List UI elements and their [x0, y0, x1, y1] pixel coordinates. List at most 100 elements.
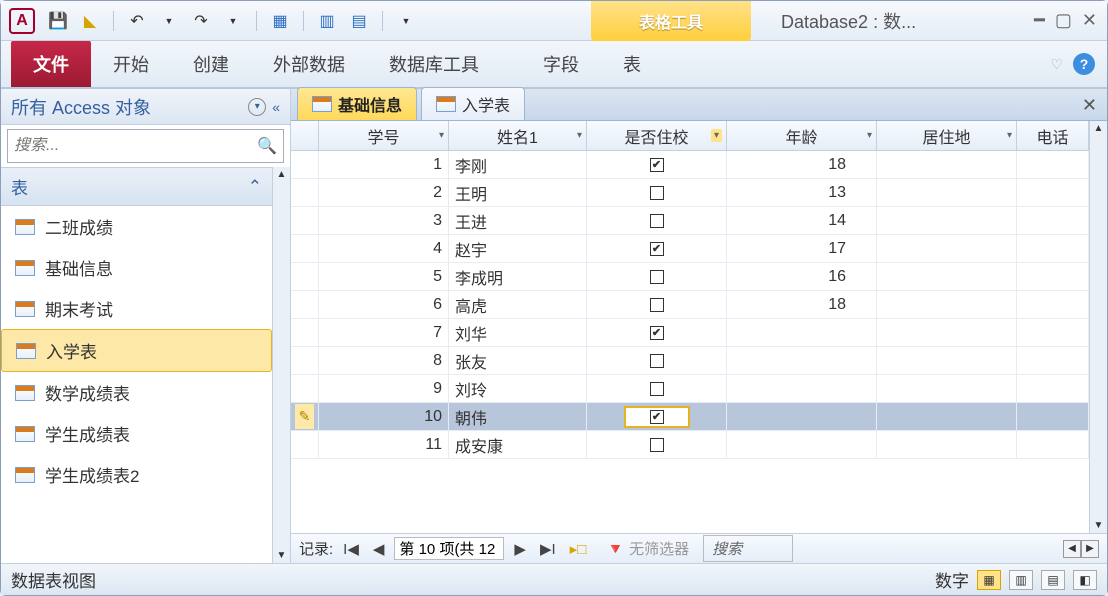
- cell-age[interactable]: 18: [727, 291, 877, 318]
- cell-residence[interactable]: [587, 263, 727, 290]
- chevron-down-icon[interactable]: ▾: [1007, 130, 1012, 141]
- layout-view-icon[interactable]: ◧: [1073, 570, 1097, 590]
- cell-residence[interactable]: [587, 291, 727, 318]
- cell-residence[interactable]: [587, 347, 727, 374]
- help-icon[interactable]: ?: [1073, 53, 1095, 75]
- checkbox[interactable]: ✔: [650, 242, 664, 256]
- cell-name[interactable]: 刘玲: [449, 375, 587, 402]
- cell-residence[interactable]: ✔: [587, 235, 727, 262]
- ribbon-tab-table[interactable]: 表: [601, 41, 663, 87]
- ribbon-tab-dbtools[interactable]: 数据库工具: [367, 41, 501, 87]
- row-selector[interactable]: [291, 347, 319, 374]
- cell-id[interactable]: 3: [319, 207, 449, 234]
- cell-age[interactable]: 16: [727, 263, 877, 290]
- row-selector[interactable]: [291, 235, 319, 262]
- table-row[interactable]: 3王进14: [291, 207, 1089, 235]
- cell-location[interactable]: [877, 207, 1017, 234]
- cell-age[interactable]: [727, 431, 877, 458]
- cell-name[interactable]: 李成明: [449, 263, 587, 290]
- checkbox[interactable]: [650, 186, 664, 200]
- cell-name[interactable]: 刘华: [449, 319, 587, 346]
- maximize-icon[interactable]: ▢: [1055, 10, 1072, 31]
- first-record-icon[interactable]: I◀: [339, 540, 363, 558]
- undo-dropdown-icon[interactable]: ▼: [156, 8, 182, 34]
- cell-age[interactable]: 17: [727, 235, 877, 262]
- qat-customize-icon[interactable]: ▼: [393, 8, 419, 34]
- cell-location[interactable]: [877, 431, 1017, 458]
- col-header-residence[interactable]: 是否住校▾: [587, 121, 727, 150]
- nav-filter-icon[interactable]: ▾: [248, 98, 266, 116]
- qat-icon-4[interactable]: ▥: [314, 8, 340, 34]
- cell-age[interactable]: [727, 319, 877, 346]
- search-icon[interactable]: 🔍: [257, 136, 277, 156]
- cell-age[interactable]: 14: [727, 207, 877, 234]
- pivot-view-icon[interactable]: ▤: [1041, 570, 1065, 590]
- cell-tel[interactable]: [1017, 151, 1089, 178]
- hscroll-right-icon[interactable]: ▶: [1081, 540, 1099, 558]
- cell-age[interactable]: 18: [727, 151, 877, 178]
- row-selector[interactable]: [291, 263, 319, 290]
- chevron-down-icon[interactable]: ▾: [867, 130, 872, 141]
- cell-location[interactable]: [877, 235, 1017, 262]
- doc-close-icon[interactable]: ✕: [1082, 95, 1097, 116]
- checkbox[interactable]: [650, 298, 664, 312]
- cell-location[interactable]: [877, 263, 1017, 290]
- table-row[interactable]: 8张友: [291, 347, 1089, 375]
- prev-record-icon[interactable]: ◀: [369, 540, 389, 558]
- checkbox[interactable]: [650, 354, 664, 368]
- nav-item[interactable]: 入学表: [1, 329, 272, 372]
- scroll-down-icon[interactable]: ▼: [277, 550, 287, 561]
- cell-location[interactable]: [877, 151, 1017, 178]
- row-selector[interactable]: ✎: [291, 403, 319, 430]
- cell-age[interactable]: [727, 403, 877, 430]
- record-position-input[interactable]: [394, 537, 504, 560]
- ribbon-tab-external[interactable]: 外部数据: [251, 41, 367, 87]
- cell-location[interactable]: [877, 319, 1017, 346]
- cell-tel[interactable]: [1017, 431, 1089, 458]
- nav-item[interactable]: 二班成绩: [1, 206, 272, 247]
- nav-search-input[interactable]: [14, 137, 257, 155]
- new-record-icon[interactable]: ▸□: [566, 540, 591, 558]
- table-row[interactable]: 2王明13: [291, 179, 1089, 207]
- nav-item[interactable]: 数学成绩表: [1, 372, 272, 413]
- scroll-down-icon[interactable]: ▼: [1094, 520, 1104, 531]
- row-selector[interactable]: [291, 319, 319, 346]
- cell-tel[interactable]: [1017, 319, 1089, 346]
- redo-dropdown-icon[interactable]: ▼: [220, 8, 246, 34]
- scroll-up-icon[interactable]: ▲: [1094, 123, 1104, 134]
- cell-id[interactable]: 10: [319, 403, 449, 430]
- cell-id[interactable]: 4: [319, 235, 449, 262]
- checkbox[interactable]: [650, 438, 664, 452]
- ribbon-tab-create[interactable]: 创建: [171, 41, 251, 87]
- cell-residence[interactable]: [587, 207, 727, 234]
- save-icon[interactable]: 💾: [45, 8, 71, 34]
- cell-location[interactable]: [877, 403, 1017, 430]
- cell-id[interactable]: 6: [319, 291, 449, 318]
- cell-tel[interactable]: [1017, 291, 1089, 318]
- qat-icon-5[interactable]: ▤: [346, 8, 372, 34]
- checkbox[interactable]: ✔: [650, 410, 664, 424]
- cell-name[interactable]: 张友: [449, 347, 587, 374]
- nav-header[interactable]: 所有 Access 对象 ▾ «: [1, 89, 290, 125]
- cell-location[interactable]: [877, 179, 1017, 206]
- qat-icon-2[interactable]: ◣: [77, 8, 103, 34]
- ribbon-tab-home[interactable]: 开始: [91, 41, 171, 87]
- cell-residence[interactable]: ✔: [587, 319, 727, 346]
- minimize-icon[interactable]: ━: [1034, 10, 1045, 31]
- cell-name[interactable]: 李刚: [449, 151, 587, 178]
- nav-group-collapse-icon[interactable]: ⌃: [248, 177, 262, 197]
- cell-location[interactable]: [877, 375, 1017, 402]
- cell-residence[interactable]: ✔: [587, 403, 727, 430]
- cell-tel[interactable]: [1017, 235, 1089, 262]
- cell-name[interactable]: 王明: [449, 179, 587, 206]
- cell-age[interactable]: [727, 375, 877, 402]
- cell-residence[interactable]: [587, 431, 727, 458]
- cell-name[interactable]: 成安康: [449, 431, 587, 458]
- cell-tel[interactable]: [1017, 207, 1089, 234]
- cell-name[interactable]: 赵宇: [449, 235, 587, 262]
- cell-residence[interactable]: ✔: [587, 151, 727, 178]
- checkbox[interactable]: [650, 270, 664, 284]
- nav-item[interactable]: 学生成绩表2: [1, 454, 272, 495]
- row-selector[interactable]: [291, 431, 319, 458]
- cell-id[interactable]: 1: [319, 151, 449, 178]
